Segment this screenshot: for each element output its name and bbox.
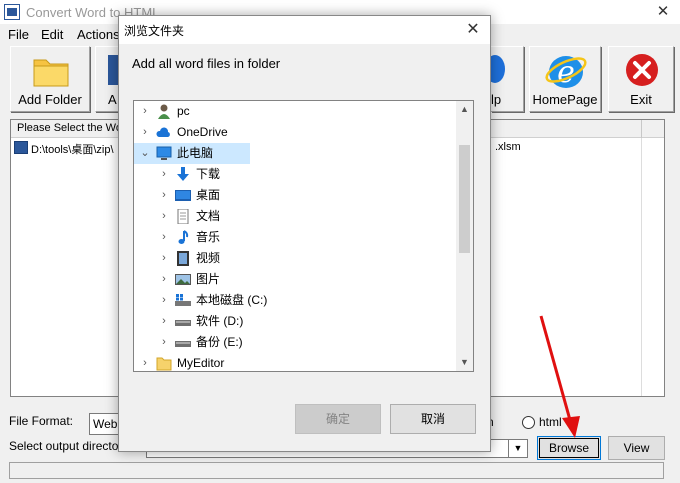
status-bar <box>9 462 664 479</box>
music-icon <box>178 230 189 244</box>
tree-item-pictures[interactable]: › 图片 <box>134 269 454 290</box>
help-label: lp <box>491 92 502 107</box>
cloud-icon <box>156 127 170 137</box>
add-file-label: A <box>108 92 117 107</box>
drive-icon <box>175 320 191 326</box>
exit-button[interactable]: Exit <box>608 46 674 112</box>
download-icon <box>177 167 189 181</box>
scroll-thumb[interactable] <box>459 145 470 253</box>
tree-item-label: 本地磁盘 (C:) <box>196 293 268 307</box>
document-icon <box>177 209 189 224</box>
menu-edit[interactable]: Edit <box>41 27 63 42</box>
tree-item-drive-c[interactable]: › 本地磁盘 (C:) <box>134 290 454 311</box>
scroll-up-icon[interactable]: ▲ <box>456 101 473 118</box>
tree-item-this-pc[interactable]: ⌄ 此电脑 <box>134 143 250 164</box>
drive-c-icon <box>175 294 191 306</box>
help-button[interactable]: lp <box>485 46 524 112</box>
dialog-title-bar: 浏览文件夹 ✕ <box>119 16 490 44</box>
folder-icon <box>156 357 172 371</box>
tree-item-label: MyEditor <box>177 356 225 370</box>
tree-item-label: 桌面 <box>196 188 221 202</box>
tree-item-videos[interactable]: › 视频 <box>134 248 454 269</box>
chevron-right-icon[interactable]: › <box>140 122 150 143</box>
scroll-down-icon[interactable]: ▼ <box>456 354 473 371</box>
tree-item-label: 图片 <box>196 272 221 286</box>
exit-label: Exit <box>630 92 652 107</box>
add-file-button[interactable]: A <box>95 46 120 112</box>
add-folder-label: Add Folder <box>18 92 82 107</box>
chevron-right-icon[interactable]: › <box>159 248 169 269</box>
file-format-label: File Format: <box>9 414 74 428</box>
tree-item-label: 音乐 <box>196 230 221 244</box>
chevron-right-icon[interactable]: › <box>159 311 169 332</box>
internet-explorer-icon: e <box>545 55 587 90</box>
exit-icon <box>626 54 658 86</box>
dialog-description: Add all word files in folder <box>132 56 281 71</box>
picture-icon <box>175 274 191 285</box>
folder-tree[interactable]: › pc › OneDrive ⌄ 此电脑 › 下载 › 桌面 › 文档 › 音… <box>133 100 474 372</box>
chevron-right-icon[interactable]: › <box>159 185 169 206</box>
tree-item-documents[interactable]: › 文档 <box>134 206 454 227</box>
word-file-icon <box>14 141 28 154</box>
chevron-right-icon[interactable]: › <box>159 206 169 227</box>
menu-actions[interactable]: Actions <box>77 27 120 42</box>
tree-item-onedrive[interactable]: › OneDrive <box>134 122 454 143</box>
computer-icon <box>156 146 172 160</box>
user-icon <box>158 104 170 119</box>
tree-item-label: 下载 <box>196 167 221 181</box>
chevron-down-icon[interactable]: ⌄ <box>140 143 150 164</box>
ok-button[interactable]: 确定 <box>295 404 381 434</box>
file-extension: .xlsm <box>495 141 521 153</box>
file-path: D:\tools\桌面\zip\ <box>31 144 114 156</box>
chevron-right-icon[interactable]: › <box>159 269 169 290</box>
chevron-right-icon[interactable]: › <box>140 353 150 371</box>
tree-item-drive-d[interactable]: › 软件 (D:) <box>134 311 454 332</box>
tree-item-myeditor[interactable]: › MyEditor <box>134 353 454 371</box>
chevron-right-icon[interactable]: › <box>159 227 169 248</box>
chevron-right-icon[interactable]: › <box>159 290 169 311</box>
homepage-label: HomePage <box>532 92 598 107</box>
chevron-right-icon[interactable]: › <box>140 101 150 122</box>
app-icon <box>4 4 20 20</box>
chevron-right-icon[interactable]: › <box>159 164 169 185</box>
homepage-button[interactable]: e HomePage <box>529 46 601 112</box>
tree-item-label: OneDrive <box>177 125 228 139</box>
folder-icon <box>33 59 69 87</box>
tree-item-desktop[interactable]: › 桌面 <box>134 185 454 206</box>
cancel-button[interactable]: 取消 <box>390 404 476 434</box>
dialog-close-button[interactable]: ✕ <box>459 19 487 41</box>
add-folder-button[interactable]: Add Folder <box>10 46 90 112</box>
drive-icon <box>175 341 191 347</box>
tree-item-drive-e[interactable]: › 备份 (E:) <box>134 332 454 353</box>
browse-folder-dialog: 浏览文件夹 ✕ Add all word files in folder › p… <box>118 15 491 452</box>
tree-item-downloads[interactable]: › 下载 <box>134 164 454 185</box>
chevron-right-icon[interactable]: › <box>159 332 169 353</box>
tree-item-label: 文档 <box>196 209 221 223</box>
close-button[interactable]: ✕ <box>648 2 678 22</box>
output-directory-label: Select output directo <box>9 439 119 453</box>
view-button[interactable]: View <box>608 436 665 460</box>
desktop-icon <box>175 190 191 201</box>
annotation-arrow <box>539 315 580 438</box>
menu-file[interactable]: File <box>8 27 29 42</box>
tree-item-label: 视频 <box>196 251 221 265</box>
dialog-title: 浏览文件夹 <box>124 24 185 38</box>
tree-item-label: 软件 (D:) <box>196 314 244 328</box>
tree-item-pc[interactable]: › pc <box>134 101 454 122</box>
tree-item-label: 此电脑 <box>177 146 214 160</box>
video-icon <box>177 251 189 266</box>
tree-item-label: pc <box>177 104 190 118</box>
tree-item-music[interactable]: › 音乐 <box>134 227 454 248</box>
tree-item-label: 备份 (E:) <box>196 335 243 349</box>
